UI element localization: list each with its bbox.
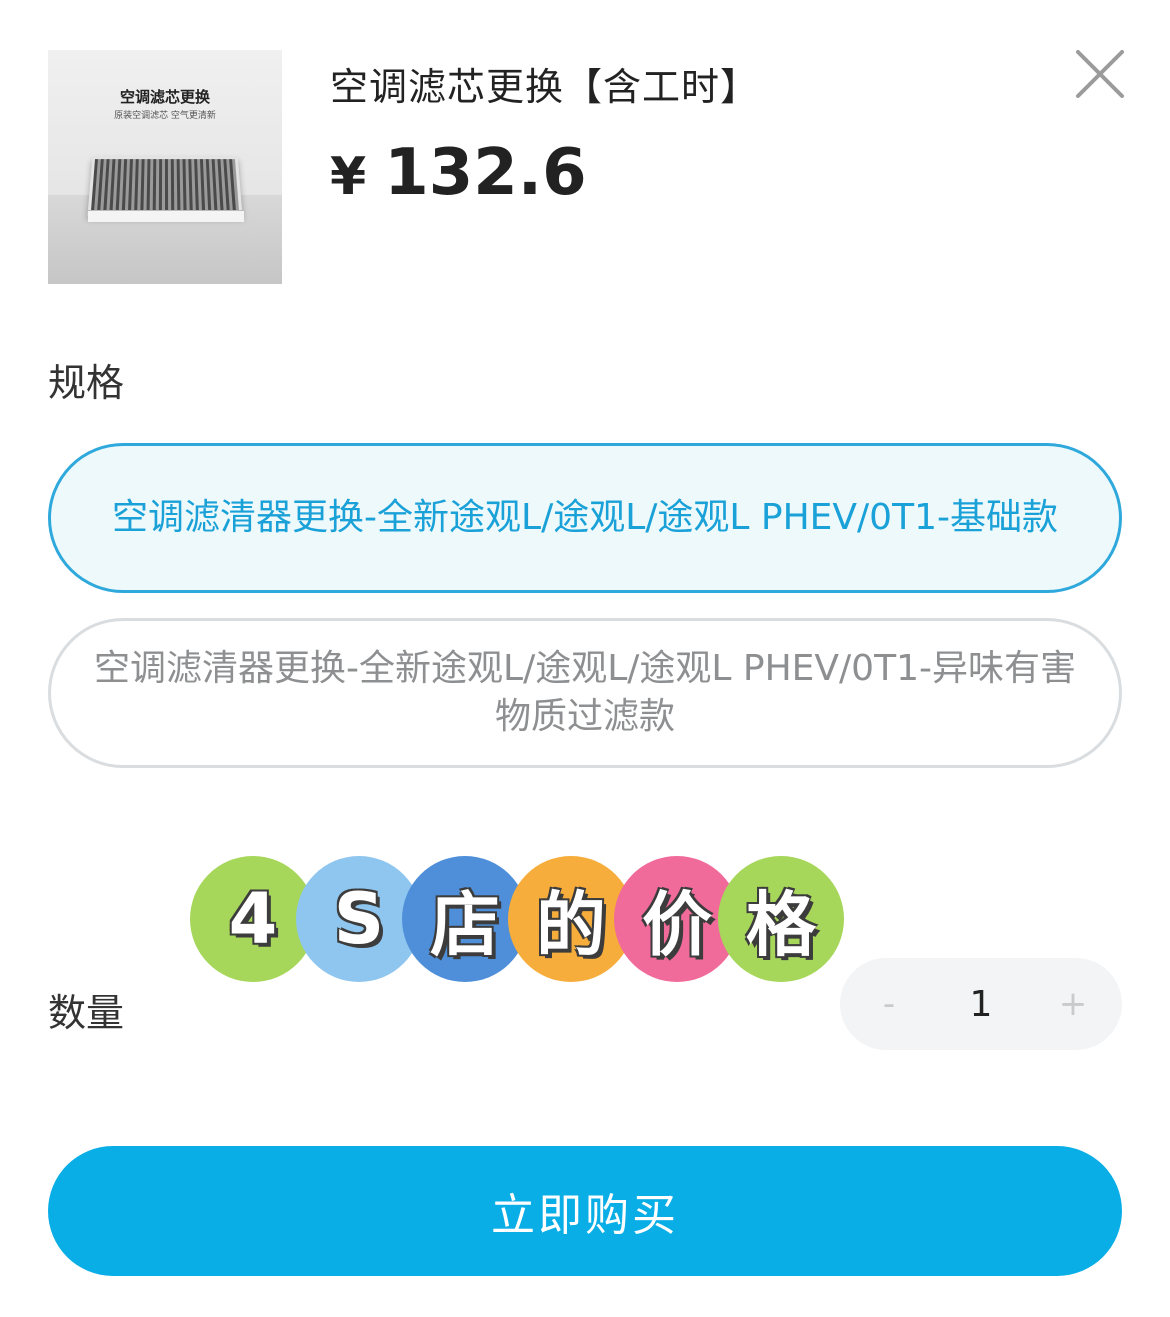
sku-selector-sheet: 空调滤芯更换 原装空调滤芯 空气更清新 空调滤芯更换【含工时】 ¥132.6 规… xyxy=(0,0,1170,1317)
sticker-char: 格 xyxy=(718,856,844,982)
close-icon xyxy=(1076,50,1124,98)
price-value: 132.6 xyxy=(384,136,587,210)
thumbnail-tagline: 原装空调滤芯 空气更清新 xyxy=(114,111,216,121)
currency-symbol: ¥ xyxy=(330,147,367,207)
product-title: 空调滤芯更换【含工时】 xyxy=(330,65,760,109)
spec-option-basic[interactable]: 空调滤清器更换-全新途观L/途观L/途观L PHEV/0T1-基础款 xyxy=(48,443,1122,593)
spec-option-odor-filter[interactable]: 空调滤清器更换-全新途观L/途观L/途观L PHEV/0T1-异味有害物质过滤款 xyxy=(48,618,1122,768)
air-filter-frame xyxy=(88,210,244,222)
spec-label: 规格 xyxy=(48,361,125,405)
product-thumbnail: 空调滤芯更换 原装空调滤芯 空气更清新 xyxy=(48,50,282,284)
spec-option-label: 空调滤清器更换-全新途观L/途观L/途观L PHEV/0T1-基础款 xyxy=(112,497,1058,538)
thumbnail-headline: 空调滤芯更换 xyxy=(119,88,210,106)
quantity-stepper: - 1 + xyxy=(840,958,1122,1050)
increment-button[interactable]: + xyxy=(1058,984,1088,1024)
quantity-value[interactable]: 1 xyxy=(970,984,993,1025)
spec-option-label: 空调滤清器更换-全新途观L/途观L/途观L PHEV/0T1-异味有害物质过滤款 xyxy=(94,648,1076,737)
close-button[interactable] xyxy=(1072,46,1128,102)
product-price: ¥132.6 xyxy=(330,136,587,210)
air-filter-image xyxy=(87,156,243,216)
buy-now-button[interactable]: 立即购买 xyxy=(48,1146,1122,1276)
decrement-button[interactable]: - xyxy=(874,984,904,1024)
promo-sticker-4s-price: 4 S 店 的 价 格 xyxy=(190,850,850,990)
quantity-label: 数量 xyxy=(48,991,125,1035)
